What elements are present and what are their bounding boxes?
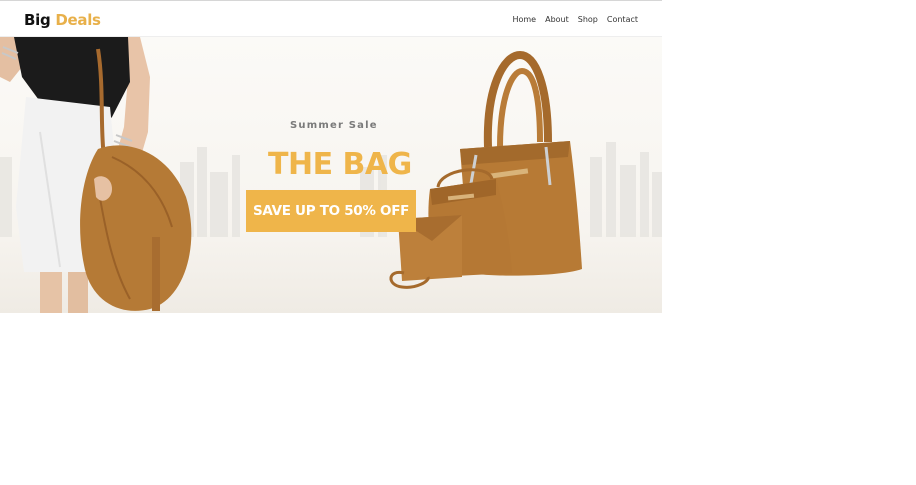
nav-link-home[interactable]: Home xyxy=(512,15,536,24)
main-nav: Home About Shop Contact xyxy=(512,15,638,24)
hero-subtitle: Summer Sale xyxy=(290,120,378,131)
navbar: Big Deals Home About Shop Contact xyxy=(0,1,662,37)
page: Big Deals Home About Shop Contact Summer… xyxy=(0,0,662,313)
nav-link-contact[interactable]: Contact xyxy=(607,15,638,24)
sale-cta-button[interactable]: SAVE UP TO 50% OFF xyxy=(246,190,416,232)
nav-link-about[interactable]: About xyxy=(545,15,569,24)
nav-link-shop[interactable]: Shop xyxy=(578,15,598,24)
brand-logo-first-word: Big xyxy=(24,11,51,29)
brand-logo-second-word: Deals xyxy=(55,11,101,29)
brand-logo[interactable]: Big Deals xyxy=(24,11,101,29)
hero-title: THE BAG xyxy=(268,147,412,182)
handbag-set-illustration xyxy=(389,50,582,289)
model-illustration xyxy=(0,37,192,313)
hero-banner: Summer Sale THE BAG SAVE UP TO 50% OFF xyxy=(0,37,662,313)
